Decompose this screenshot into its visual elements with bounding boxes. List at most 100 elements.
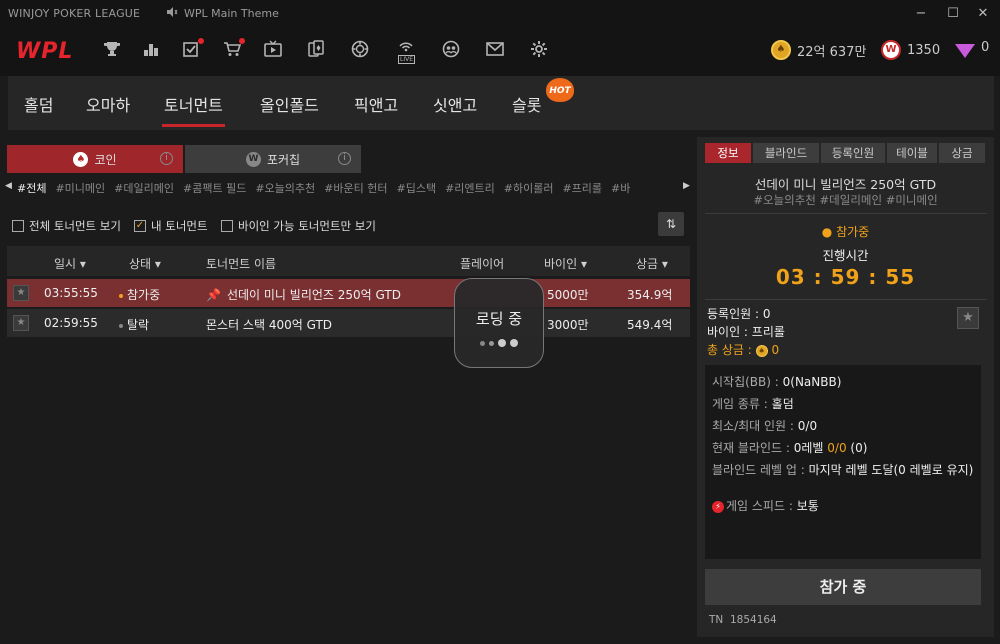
loading-overlay: 로딩 중	[454, 278, 544, 368]
tab-blinds[interactable]: 블라인드	[753, 143, 819, 163]
ranking-chart-icon[interactable]	[140, 40, 162, 62]
tag-item[interactable]: #바운티 헌터	[324, 182, 387, 195]
timer-label: 진행시간	[822, 248, 869, 263]
coin-icon: ♠	[771, 40, 791, 60]
current-blind: 현재 블라인드 : 0레벨 0/0 (0)	[712, 441, 868, 455]
sort-options-button[interactable]: ⇅	[658, 212, 684, 236]
detail-title: 선데이 미니 빌리언즈 250억 GTD	[754, 177, 937, 192]
tab-sit-n-go[interactable]: 싯앤고	[433, 92, 477, 116]
speaker-mute-icon[interactable]	[166, 6, 178, 21]
tab-pick-n-go[interactable]: 픽앤고	[354, 92, 398, 116]
row-prize: 549.4억	[627, 318, 673, 332]
row-status: 탈락	[119, 316, 149, 333]
tv-icon[interactable]	[262, 40, 284, 62]
mail-icon[interactable]	[484, 40, 506, 62]
row-time: 03:55:55	[44, 286, 98, 300]
registered-count: 등록인원 : 0	[707, 307, 771, 321]
top-nav-bar: WPL LIVE ♠ 22억 637만 W 1350 0	[0, 28, 1000, 76]
tag-item[interactable]: #데일리메인	[114, 182, 174, 195]
tab-prizes[interactable]: 상금	[939, 143, 985, 163]
join-button[interactable]: 참가 중	[705, 569, 981, 605]
buyin-info: 바이인 : 프리롤	[707, 325, 785, 339]
tag-filter-row: #전체 #미니메인 #데일리메인 #콤팩트 필드 #오늘의추천 #바운티 헌터 #딥스택 #리…	[17, 180, 680, 198]
tab-pokerchip[interactable]: W 포커칩 i	[185, 145, 361, 173]
gem-icon	[955, 43, 975, 58]
divider	[705, 213, 987, 214]
filter-all-tournaments[interactable]: 전체 토너먼트 보기	[12, 218, 121, 234]
shop-cart-icon[interactable]	[221, 38, 245, 62]
music-title: WPL Main Theme	[184, 7, 279, 20]
tab-info[interactable]: 정보	[705, 143, 751, 163]
favorite-star-icon[interactable]: ★	[957, 307, 979, 329]
w-point-icon: W	[881, 40, 901, 60]
tag-item[interactable]: #오늘의추천	[255, 182, 315, 195]
loading-dots-icon	[455, 339, 543, 347]
table-row[interactable]: ★ 02:59:55 탈락 몬스터 스택 400억 GTD 3000만 549.…	[7, 309, 690, 337]
checkbox-unchecked[interactable]	[12, 220, 24, 232]
tag-all[interactable]: #전체	[17, 182, 46, 195]
col-buyin[interactable]: 바이인 ▾	[544, 255, 587, 272]
hot-badge: HOT	[546, 78, 574, 102]
col-status[interactable]: 상태 ▾	[129, 255, 161, 272]
live-broadcast-icon[interactable]: LIVE	[395, 40, 417, 64]
tab-coin-label: 코인	[94, 152, 117, 167]
tournament-filters: 전체 토너먼트 보기 ✓ 내 토너먼트 바이인 가능 토너먼트만 보기 ⇅	[0, 208, 700, 242]
checkbox-checked-icon[interactable]: ✓	[134, 220, 146, 232]
tag-item[interactable]: #딥스택	[396, 182, 436, 195]
w-point-balance: W 1350	[881, 40, 940, 60]
tag-item[interactable]: #바	[611, 182, 630, 195]
notification-dot	[239, 38, 245, 44]
music-toggle[interactable]: WPL Main Theme	[166, 6, 279, 21]
game-type: 게임 종류 : 홀덤	[712, 397, 794, 411]
col-prize[interactable]: 상금 ▾	[636, 255, 668, 272]
w-chip-icon: W	[245, 151, 261, 167]
settings-gear-icon[interactable]	[528, 40, 550, 62]
tag-item[interactable]: #프리롤	[562, 182, 602, 195]
info-icon[interactable]: i	[160, 152, 173, 165]
row-buyin: 3000만	[547, 318, 589, 332]
tag-item[interactable]: #미니메인	[55, 182, 105, 195]
tab-tournament[interactable]: 토너먼트	[162, 92, 225, 127]
col-players: 플레이어	[460, 257, 505, 271]
row-name: 몬스터 스택 400억 GTD	[206, 318, 333, 332]
game-type-tabs: 홀덤 오마하 토너먼트 올인폴드 픽앤고 싯앤고 슬롯 HOT	[8, 76, 994, 130]
filter-buyin-only[interactable]: 바이인 가능 토너먼트만 보기	[221, 218, 376, 234]
filter-my-tournaments[interactable]: ✓ 내 토너먼트	[134, 218, 208, 234]
gem-amount: 0	[981, 40, 990, 55]
game-speed: ⚡ 게임 스피드 : 보통	[712, 497, 819, 514]
table-row[interactable]: ★ 03:55:55 참가중 📌 선데이 미니 빌리언즈 250억 GTD 500…	[7, 279, 690, 307]
tab-tables[interactable]: 테이블	[887, 143, 937, 163]
status-dot-icon	[119, 323, 123, 328]
tab-coin[interactable]: ♠ 코인 i	[7, 145, 183, 173]
tags-scroll-left-icon[interactable]: ◀	[5, 181, 12, 191]
friends-icon[interactable]	[440, 40, 462, 62]
starting-chips: 시작칩(BB) : 0(NaNBB)	[712, 375, 842, 389]
coin-balance: ♠ 22억 637만	[771, 40, 866, 60]
tab-slot[interactable]: 슬롯	[512, 92, 541, 116]
trophy-icon[interactable]	[101, 40, 123, 62]
poker-chip-icon[interactable]	[349, 40, 371, 62]
tag-item[interactable]: #콤팩트 필드	[183, 182, 246, 195]
favorite-star-icon[interactable]: ★	[13, 285, 29, 301]
tags-scroll-right-icon[interactable]: ▶	[683, 181, 690, 191]
checkbox-unchecked[interactable]	[221, 220, 233, 232]
wpl-logo[interactable]: WPL	[16, 39, 73, 64]
tab-registrants[interactable]: 등록인원	[821, 143, 885, 163]
maximize-button[interactable]: ☐	[942, 4, 964, 24]
cards-icon[interactable]	[305, 40, 327, 62]
favorite-star-icon[interactable]: ★	[13, 315, 29, 331]
tag-item[interactable]: #리엔트리	[445, 182, 495, 195]
close-button[interactable]: ✕	[972, 4, 994, 24]
mission-check-icon[interactable]	[180, 38, 204, 62]
tab-omaha[interactable]: 오마하	[86, 92, 130, 116]
tab-holdem[interactable]: 홀덤	[24, 92, 53, 116]
total-prize: 총 상금 : ♠ 0	[707, 343, 780, 357]
table-header: 일시 ▾ 상태 ▾ 토너먼트 이름 플레이어 바이인 ▾ 상금 ▾	[7, 246, 690, 276]
col-time[interactable]: 일시 ▾	[54, 255, 86, 272]
tag-item[interactable]: #하이롤러	[504, 182, 554, 195]
min-max-players: 최소/최대 인원 : 0/0	[712, 419, 818, 433]
info-icon[interactable]: i	[338, 152, 351, 165]
elapsed-timer: 03 : 59 : 55	[775, 265, 916, 289]
minimize-button[interactable]: −	[910, 4, 932, 24]
tab-allin-fold[interactable]: 올인폴드	[260, 92, 319, 116]
